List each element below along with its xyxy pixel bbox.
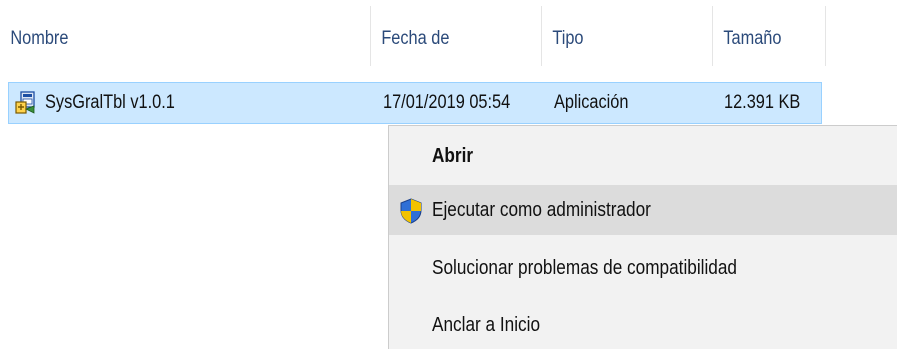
menu-item-label: Abrir: [432, 145, 474, 167]
column-header-size[interactable]: Tamaño: [713, 0, 809, 72]
menu-item-label: Anclar a Inicio: [432, 314, 541, 336]
file-date: 17/01/2019 05:54: [383, 92, 511, 113]
file-size: 12.391 KB: [724, 92, 801, 113]
application-setup-icon: [15, 91, 35, 114]
file-type: Aplicación: [554, 92, 629, 113]
column-divider[interactable]: [825, 6, 826, 66]
column-header-bar: Nombre Fecha de modifica... Tipo Tamaño: [0, 0, 897, 127]
menu-item-label: Ejecutar como administrador: [432, 199, 651, 221]
column-header-name[interactable]: Nombre: [0, 0, 318, 72]
menu-item-pin-to-start[interactable]: Anclar a Inicio: [389, 300, 897, 350]
column-header-date[interactable]: Fecha de modifica...: [371, 0, 517, 127]
context-menu: Abrir Ejecutar como administrador Soluci…: [388, 125, 897, 349]
menu-item-open[interactable]: Abrir: [389, 131, 897, 181]
uac-shield-icon: [400, 198, 422, 224]
menu-item-run-as-admin[interactable]: Ejecutar como administrador: [389, 185, 897, 235]
column-header-type[interactable]: Tipo: [542, 0, 688, 72]
menu-item-troubleshoot-compat[interactable]: Solucionar problemas de compatibilidad: [389, 243, 897, 293]
file-row[interactable]: SysGralTbl v1.0.1 17/01/2019 05:54 Aplic…: [8, 82, 822, 124]
menu-item-label: Solucionar problemas de compatibilidad: [432, 257, 738, 279]
file-name: SysGralTbl v1.0.1: [45, 92, 175, 113]
